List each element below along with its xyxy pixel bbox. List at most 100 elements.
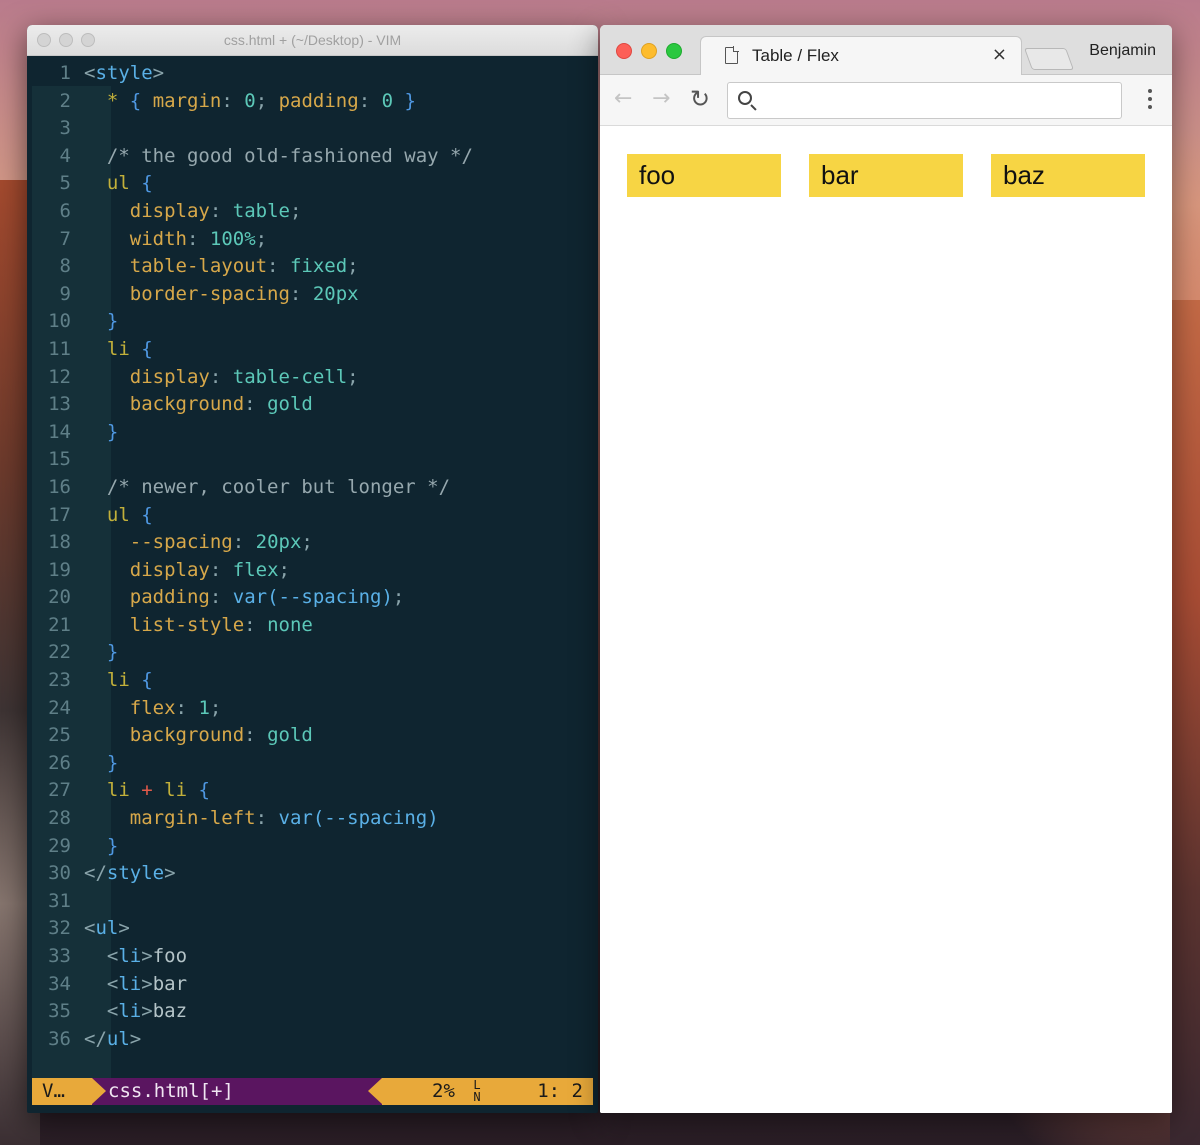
code-text[interactable]: <li>bar <box>84 971 187 999</box>
new-tab-button[interactable] <box>1023 48 1075 70</box>
code-line[interactable]: 16 /* newer, cooler but longer */ <box>27 474 598 502</box>
command-line[interactable]: 1 <box>27 1110 598 1113</box>
code-line[interactable]: 33 <li>foo <box>27 943 598 971</box>
back-arrow-icon[interactable]: ← <box>614 87 632 111</box>
code-text[interactable]: <ul> <box>84 915 130 943</box>
code-text[interactable]: * { margin: 0; padding: 0 } <box>84 88 416 116</box>
forward-arrow-icon[interactable]: → <box>652 87 670 111</box>
code-line[interactable]: 6 display: table; <box>27 198 598 226</box>
code-text[interactable]: </style> <box>84 860 176 888</box>
code-line[interactable]: 17 ul { <box>27 502 598 530</box>
code-line[interactable]: 30 </style> <box>27 860 598 888</box>
code-text[interactable]: } <box>84 419 118 447</box>
code-line[interactable]: 34 <li>bar <box>27 971 598 999</box>
tab-strip[interactable]: Table / Flex × Benjamin <box>600 25 1172 76</box>
code-text[interactable]: /* the good old-fashioned way */ <box>84 143 473 171</box>
code-text[interactable]: ul { <box>84 170 153 198</box>
menu-icon[interactable] <box>1148 89 1152 109</box>
zoom-button[interactable] <box>666 43 682 59</box>
code-token: < <box>106 972 119 995</box>
address-bar[interactable] <box>727 82 1122 119</box>
code-text[interactable]: background: gold <box>84 722 313 750</box>
code-line[interactable]: 22 } <box>27 639 598 667</box>
code-text[interactable]: ul { <box>84 502 153 530</box>
code-text[interactable]: flex: 1; <box>84 695 222 723</box>
code-text[interactable]: display: table-cell; <box>84 364 359 392</box>
code-line[interactable]: 20 padding: var(--spacing); <box>27 584 598 612</box>
code-line[interactable]: 12 display: table-cell; <box>27 364 598 392</box>
code-token: li <box>164 779 188 802</box>
code-line[interactable]: 15 <box>27 446 598 474</box>
code-token: ul <box>106 1027 130 1050</box>
code-line[interactable]: 25 background: gold <box>27 722 598 750</box>
code-text[interactable]: display: table; <box>84 198 302 226</box>
code-text[interactable]: } <box>84 750 118 778</box>
minimize-button[interactable] <box>641 43 657 59</box>
code-text[interactable]: --spacing: 20px; <box>84 529 313 557</box>
code-text[interactable]: <style> <box>84 60 164 88</box>
code-text[interactable]: list-style: none <box>84 612 313 640</box>
code-line[interactable]: 21 list-style: none <box>27 612 598 640</box>
code-line[interactable]: 19 display: flex; <box>27 557 598 585</box>
code-line[interactable]: 23 li { <box>27 667 598 695</box>
code-line[interactable]: 2 * { margin: 0; padding: 0 } <box>27 88 598 116</box>
profile-button[interactable]: Benjamin <box>1089 42 1156 60</box>
code-text[interactable]: display: flex; <box>84 557 290 585</box>
code-line[interactable]: 31 <box>27 888 598 916</box>
code-line[interactable]: 4 /* the good old-fashioned way */ <box>27 143 598 171</box>
code-text[interactable]: } <box>84 308 118 336</box>
code-line[interactable]: 8 table-layout: fixed; <box>27 253 598 281</box>
cursor-position: 1: 2 <box>537 1080 583 1102</box>
wallpaper-right <box>1170 300 1200 1145</box>
code-text[interactable]: li { <box>84 667 153 695</box>
code-line[interactable]: 9 border-spacing: 20px <box>27 281 598 309</box>
code-line[interactable]: 29 } <box>27 833 598 861</box>
code-text[interactable]: /* newer, cooler but longer */ <box>84 474 450 502</box>
code-line[interactable]: 14 } <box>27 419 598 447</box>
code-line[interactable]: 28 margin-left: var(--spacing) <box>27 805 598 833</box>
code-text[interactable]: background: gold <box>84 391 313 419</box>
code-line[interactable]: 27 li + li { <box>27 777 598 805</box>
code-line[interactable]: 5 ul { <box>27 170 598 198</box>
code-line[interactable]: 10 } <box>27 308 598 336</box>
code-text[interactable]: li { <box>84 336 153 364</box>
code-text[interactable]: table-layout: fixed; <box>84 253 359 281</box>
vim-editor[interactable]: 1 <style> 2 * { margin: 0; padding: 0 } 3 4 … <box>27 56 598 1113</box>
code-line[interactable]: 35 <li>baz <box>27 998 598 1026</box>
code-token: li <box>118 945 142 967</box>
code-token: display <box>129 199 210 222</box>
code-text[interactable]: li + li { <box>84 777 210 805</box>
code-text[interactable]: padding: var(--spacing); <box>84 584 405 612</box>
code-area[interactable]: 1 <style> 2 * { margin: 0; padding: 0 } 3 4 … <box>27 60 598 1053</box>
code-text[interactable]: width: 100%; <box>84 226 267 254</box>
code-text[interactable]: border-spacing: 20px <box>84 281 359 309</box>
tab-active[interactable]: Table / Flex × <box>700 36 1022 76</box>
vim-window: css.html + (~/Desktop) - VIM 1 <style> 2 *… <box>27 25 598 1113</box>
code-text[interactable]: margin-left: var(--spacing) <box>84 805 439 833</box>
reload-icon[interactable]: ↻ <box>690 87 710 111</box>
mode-indicator: V… <box>32 1078 92 1105</box>
code-line[interactable]: 1 <style> <box>27 60 598 88</box>
code-line[interactable]: 18 --spacing: 20px; <box>27 529 598 557</box>
code-text[interactable]: } <box>84 639 118 667</box>
code-token: li <box>106 337 130 360</box>
code-text[interactable]: <li>baz <box>84 998 187 1026</box>
code-line[interactable]: 11 li { <box>27 336 598 364</box>
code-line[interactable]: 26 } <box>27 750 598 778</box>
vim-titlebar[interactable]: css.html + (~/Desktop) - VIM <box>27 25 598 56</box>
code-line[interactable]: 36 </ul> <box>27 1026 598 1054</box>
code-text[interactable]: <li>foo <box>84 943 187 971</box>
code-line[interactable]: 3 <box>27 115 598 143</box>
tab-close-icon[interactable]: × <box>992 44 1007 65</box>
code-line[interactable]: 13 background: gold <box>27 391 598 419</box>
close-button[interactable] <box>616 43 632 59</box>
code-text[interactable]: } <box>84 833 118 861</box>
code-line[interactable]: 7 width: 100%; <box>27 226 598 254</box>
code-line[interactable]: 32 <ul> <box>27 915 598 943</box>
code-text[interactable]: </ul> <box>84 1026 141 1054</box>
code-token: } <box>106 310 119 333</box>
code-line[interactable]: 24 flex: 1; <box>27 695 598 723</box>
